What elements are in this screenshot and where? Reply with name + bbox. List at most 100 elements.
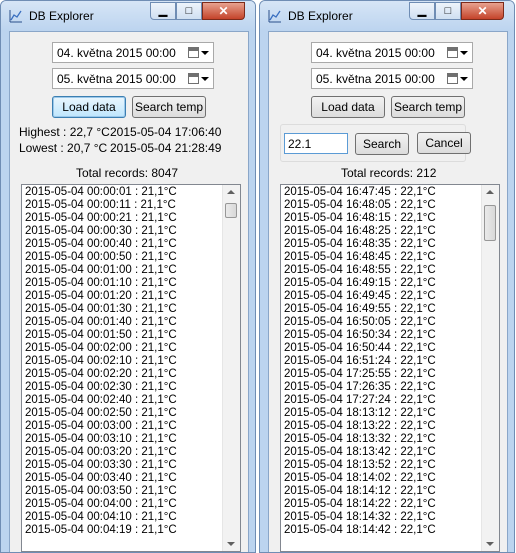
list-item[interactable]: 2015-05-04 00:02:40 : 21,1°C xyxy=(25,394,222,407)
list-item[interactable]: 2015-05-04 00:00:30 : 21,1°C xyxy=(25,225,222,238)
minimize-button[interactable]: ▁ xyxy=(150,2,176,20)
records-listbox[interactable]: 2015-05-04 16:47:45 : 22,1°C 2015-05-04 1… xyxy=(280,184,500,552)
list-item[interactable]: 2015-05-04 00:03:40 : 21,1°C xyxy=(25,472,222,485)
list-item[interactable]: 2015-05-04 00:01:40 : 21,1°C xyxy=(25,316,222,329)
list-item[interactable]: 2015-05-04 16:50:34 : 22,1°C xyxy=(284,329,481,342)
list-item[interactable]: 2015-05-04 16:51:24 : 22,1°C xyxy=(284,355,481,368)
highest-time: 2015-05-04 17:06:40 xyxy=(110,125,222,139)
date-to-picker[interactable]: 05. května 2015 00:00 xyxy=(311,68,473,89)
cancel-button[interactable]: Cancel xyxy=(417,132,471,154)
list-item[interactable]: 2015-05-04 00:03:50 : 21,1°C xyxy=(25,485,222,498)
list-item[interactable]: 2015-05-04 00:04:10 : 21,1°C xyxy=(25,511,222,524)
minimize-icon: ▁ xyxy=(158,5,168,17)
scroll-up-icon[interactable] xyxy=(486,190,494,194)
list-item[interactable]: 2015-05-04 16:48:35 : 22,1°C xyxy=(284,238,481,251)
list-item[interactable]: 2015-05-04 16:48:45 : 22,1°C xyxy=(284,251,481,264)
list-item[interactable]: 2015-05-04 00:01:20 : 21,1°C xyxy=(25,290,222,303)
records-listbox[interactable]: 2015-05-04 00:00:01 : 21,1°C 2015-05-04 0… xyxy=(21,184,241,552)
load-data-button[interactable]: Load data xyxy=(311,96,385,118)
list-item[interactable]: 2015-05-04 00:00:11 : 21,1°C xyxy=(25,199,222,212)
list-item[interactable]: 2015-05-04 00:02:30 : 21,1°C xyxy=(25,381,222,394)
list-item[interactable]: 2015-05-04 17:26:35 : 22,1°C xyxy=(284,381,481,394)
list-item[interactable]: 2015-05-04 16:47:45 : 22,1°C xyxy=(284,186,481,199)
list-item[interactable]: 2015-05-04 18:14:42 : 22,1°C xyxy=(284,524,481,537)
list-item[interactable]: 2015-05-04 16:49:55 : 22,1°C xyxy=(284,303,481,316)
list-item[interactable]: 2015-05-04 16:48:15 : 22,1°C xyxy=(284,212,481,225)
maximize-button[interactable]: □ xyxy=(176,2,202,20)
records-list: 2015-05-04 16:47:45 : 22,1°C 2015-05-04 1… xyxy=(284,186,481,537)
load-data-button[interactable]: Load data xyxy=(52,96,126,118)
list-item[interactable]: 2015-05-04 00:01:00 : 21,1°C xyxy=(25,264,222,277)
search-temp-value: 22.1 xyxy=(288,137,312,151)
list-item[interactable]: 2015-05-04 00:00:50 : 21,1°C xyxy=(25,251,222,264)
list-item[interactable]: 2015-05-04 18:13:42 : 22,1°C xyxy=(284,446,481,459)
list-item[interactable]: 2015-05-04 18:13:22 : 22,1°C xyxy=(284,420,481,433)
list-item[interactable]: 2015-05-04 00:01:30 : 21,1°C xyxy=(25,303,222,316)
list-item[interactable]: 2015-05-04 00:02:50 : 21,1°C xyxy=(25,407,222,420)
title-bar[interactable]: DB Explorer ▁ □ ✕ xyxy=(1,1,255,31)
title-bar[interactable]: DB Explorer ▁ □ ✕ xyxy=(260,1,514,31)
window-title: DB Explorer xyxy=(29,9,94,23)
date-from-picker[interactable]: 04. května 2015 00:00 xyxy=(311,42,473,63)
list-item[interactable]: 2015-05-04 16:48:25 : 22,1°C xyxy=(284,225,481,238)
list-item[interactable]: 2015-05-04 00:00:01 : 21,1°C xyxy=(25,186,222,199)
list-item[interactable]: 2015-05-04 00:03:10 : 21,1°C xyxy=(25,433,222,446)
search-temp-input[interactable]: 22.1 xyxy=(284,133,348,154)
list-item[interactable]: 2015-05-04 00:04:00 : 21,1°C xyxy=(25,498,222,511)
list-item[interactable]: 2015-05-04 00:00:40 : 21,1°C xyxy=(25,238,222,251)
list-item[interactable]: 2015-05-04 00:03:30 : 21,1°C xyxy=(25,459,222,472)
list-item[interactable]: 2015-05-04 18:13:52 : 22,1°C xyxy=(284,459,481,472)
close-button[interactable]: ✕ xyxy=(461,2,504,20)
list-item[interactable]: 2015-05-04 17:25:55 : 22,1°C xyxy=(284,368,481,381)
chevron-down-icon[interactable] xyxy=(201,51,209,55)
list-item[interactable]: 2015-05-04 18:14:32 : 22,1°C xyxy=(284,511,481,524)
date-to-picker[interactable]: 05. května 2015 00:00 xyxy=(52,68,214,89)
list-item[interactable]: 2015-05-04 16:48:05 : 22,1°C xyxy=(284,199,481,212)
list-item[interactable]: 2015-05-04 18:14:02 : 22,1°C xyxy=(284,472,481,485)
minimize-button[interactable]: ▁ xyxy=(409,2,435,20)
list-item[interactable]: 2015-05-04 16:48:55 : 22,1°C xyxy=(284,264,481,277)
close-icon: ✕ xyxy=(477,4,488,18)
list-item[interactable]: 2015-05-04 00:04:19 : 21,1°C xyxy=(25,524,222,537)
date-from-picker[interactable]: 04. května 2015 00:00 xyxy=(52,42,214,63)
list-item[interactable]: 2015-05-04 00:01:10 : 21,1°C xyxy=(25,277,222,290)
chevron-down-icon[interactable] xyxy=(460,77,468,81)
list-item[interactable]: 2015-05-04 17:27:24 : 22,1°C xyxy=(284,394,481,407)
list-item[interactable]: 2015-05-04 16:49:15 : 22,1°C xyxy=(284,277,481,290)
date-from-value: 04. května 2015 00:00 xyxy=(57,46,176,60)
list-item[interactable]: 2015-05-04 00:02:00 : 21,1°C xyxy=(25,342,222,355)
list-item[interactable]: 2015-05-04 16:50:44 : 22,1°C xyxy=(284,342,481,355)
search-button[interactable]: Search xyxy=(355,133,409,155)
lowest-label: Lowest : 20,7 °C xyxy=(19,141,108,155)
list-item[interactable]: 2015-05-04 00:03:20 : 21,1°C xyxy=(25,446,222,459)
list-item[interactable]: 2015-05-04 00:00:21 : 21,1°C xyxy=(25,212,222,225)
list-item[interactable]: 2015-05-04 00:02:10 : 21,1°C xyxy=(25,355,222,368)
total-records-label: Total records: 8047 xyxy=(76,166,179,180)
scroll-down-icon[interactable] xyxy=(486,542,494,546)
search-temp-button[interactable]: Search temp xyxy=(132,96,206,118)
list-item[interactable]: 2015-05-04 16:49:45 : 22,1°C xyxy=(284,290,481,303)
list-item[interactable]: 2015-05-04 00:03:00 : 21,1°C xyxy=(25,420,222,433)
list-item[interactable]: 2015-05-04 16:50:05 : 22,1°C xyxy=(284,316,481,329)
scroll-thumb[interactable] xyxy=(225,203,237,218)
scroll-down-icon[interactable] xyxy=(227,542,235,546)
date-to-value: 05. května 2015 00:00 xyxy=(316,72,435,86)
list-item[interactable]: 2015-05-04 18:13:32 : 22,1°C xyxy=(284,433,481,446)
search-temp-button[interactable]: Search temp xyxy=(391,96,465,118)
chevron-down-icon[interactable] xyxy=(201,77,209,81)
scroll-up-icon[interactable] xyxy=(227,190,235,194)
vertical-scrollbar[interactable] xyxy=(222,185,240,551)
chart-app-icon xyxy=(268,10,281,23)
list-item[interactable]: 2015-05-04 18:14:12 : 22,1°C xyxy=(284,485,481,498)
list-item[interactable]: 2015-05-04 00:02:20 : 21,1°C xyxy=(25,368,222,381)
vertical-scrollbar[interactable] xyxy=(481,185,499,551)
window-title: DB Explorer xyxy=(288,9,353,23)
list-item[interactable]: 2015-05-04 18:13:12 : 22,1°C xyxy=(284,407,481,420)
chevron-down-icon[interactable] xyxy=(460,51,468,55)
client-area: 04. května 2015 00:00 05. května 2015 00… xyxy=(268,31,508,552)
list-item[interactable]: 2015-05-04 00:01:50 : 21,1°C xyxy=(25,329,222,342)
list-item[interactable]: 2015-05-04 18:14:22 : 22,1°C xyxy=(284,498,481,511)
maximize-button[interactable]: □ xyxy=(435,2,461,20)
close-button[interactable]: ✕ xyxy=(202,2,245,20)
scroll-thumb[interactable] xyxy=(484,205,496,241)
